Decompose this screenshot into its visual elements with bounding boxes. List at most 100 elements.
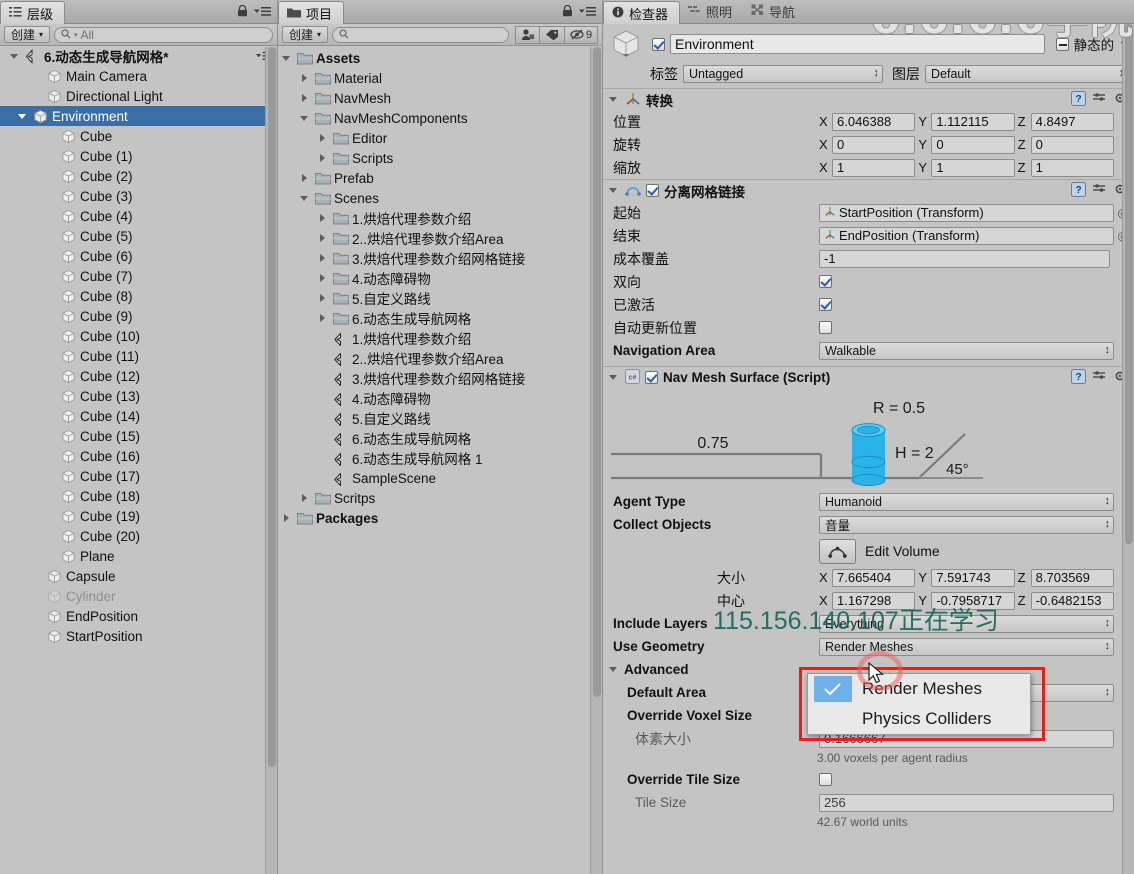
project-item-packages[interactable]: Packages: [278, 508, 602, 528]
expand-arrow[interactable]: [318, 253, 329, 264]
hierarchy-item-startposition[interactable]: StartPosition: [0, 626, 277, 646]
bidirectional-checkbox[interactable]: [819, 275, 832, 288]
project-tree[interactable]: Assets Material NavMesh NavMeshComponents Ed…: [278, 46, 602, 870]
hierarchy-item-cube-17[interactable]: Cube (17): [0, 466, 277, 486]
nav-area-dropdown[interactable]: Walkable: [819, 341, 1114, 360]
tab-inspector[interactable]: 检查器: [603, 1, 681, 24]
hidden-items-button[interactable]: 9: [565, 25, 598, 44]
project-item-editor[interactable]: Editor: [278, 128, 602, 148]
project-item-2-area[interactable]: 2..烘焙代理参数介绍Area: [278, 228, 602, 248]
auto-update-checkbox[interactable]: [819, 321, 832, 334]
hierarchy-item-cube-2[interactable]: Cube (2): [0, 166, 277, 186]
hierarchy-item-plane[interactable]: Plane: [0, 546, 277, 566]
hierarchy-item-cube-6[interactable]: Cube (6): [0, 246, 277, 266]
project-item-5[interactable]: 5.自定义路线: [278, 288, 602, 308]
x-field[interactable]: 1: [832, 158, 916, 177]
option-physics-colliders[interactable]: Physics Colliders: [808, 704, 1030, 734]
search-dropdown-icon[interactable]: ▾: [74, 31, 78, 39]
project-item-prefab[interactable]: Prefab: [278, 168, 602, 188]
project-item-3[interactable]: 3.烘焙代理参数介绍网格链接: [278, 368, 602, 388]
project-item-1[interactable]: 1.烘焙代理参数介绍: [278, 208, 602, 228]
project-item-scripts[interactable]: Scripts: [278, 148, 602, 168]
activated-checkbox[interactable]: [819, 298, 832, 311]
hierarchy-item-cube-3[interactable]: Cube (3): [0, 186, 277, 206]
use-geometry-dropdown[interactable]: Render Meshes: [819, 637, 1114, 656]
scene-root-row[interactable]: 6.动态生成导航网格*: [0, 46, 277, 66]
offmeshlink-enabled-checkbox[interactable]: [646, 184, 659, 197]
hierarchy-item-cylinder[interactable]: Cylinder: [0, 586, 277, 606]
hierarchy-item-cube-18[interactable]: Cube (18): [0, 486, 277, 506]
agent-type-dropdown[interactable]: Humanoid: [819, 492, 1114, 511]
use-geometry-options-popup[interactable]: Render Meshes Physics Colliders: [807, 673, 1031, 735]
hierarchy-item-main-camera[interactable]: Main Camera: [0, 66, 277, 86]
transform-component-header[interactable]: 转换 ?: [603, 88, 1134, 110]
expand-arrow[interactable]: [318, 133, 329, 144]
size-z-field[interactable]: 8.703569: [1030, 568, 1114, 587]
hierarchy-tree[interactable]: Main Camera Directional Light Environment C…: [0, 66, 277, 874]
hierarchy-scrollbar[interactable]: [265, 47, 277, 874]
project-item-navmesh[interactable]: NavMesh: [278, 88, 602, 108]
hierarchy-item-cube-13[interactable]: Cube (13): [0, 386, 277, 406]
expand-arrow[interactable]: [318, 233, 329, 244]
hierarchy-item-cube-4[interactable]: Cube (4): [0, 206, 277, 226]
help-icon[interactable]: ?: [1071, 181, 1086, 200]
navmeshsurface-foldout-arrow[interactable]: [609, 372, 620, 383]
y-field[interactable]: 0: [931, 135, 1015, 154]
expand-arrow[interactable]: [300, 93, 311, 104]
preset-icon[interactable]: [1092, 182, 1107, 200]
size-x-field[interactable]: 7.665404: [832, 568, 916, 587]
collapse-arrow[interactable]: [300, 113, 311, 124]
navmeshsurface-enabled-checkbox[interactable]: [645, 371, 658, 384]
object-enabled-checkbox[interactable]: [652, 37, 665, 51]
expand-arrow[interactable]: [318, 153, 329, 164]
hierarchy-item-environment[interactable]: Environment: [0, 106, 277, 126]
option-render-meshes[interactable]: Render Meshes: [808, 674, 1030, 704]
hierarchy-item-cube-15[interactable]: Cube (15): [0, 426, 277, 446]
project-search-input[interactable]: [332, 26, 509, 43]
expand-arrow[interactable]: [318, 273, 329, 284]
x-field[interactable]: 0: [832, 135, 916, 154]
center-z-field[interactable]: -0.6482153: [1030, 591, 1114, 610]
expand-arrow[interactable]: [300, 173, 311, 184]
project-create-button[interactable]: 创建 ▾: [282, 26, 329, 43]
hierarchy-search-input[interactable]: ▾ All: [54, 26, 273, 43]
layer-dropdown[interactable]: Default: [925, 65, 1128, 83]
z-field[interactable]: 0: [1030, 135, 1114, 154]
panel-menu-icon[interactable]: [579, 5, 596, 20]
collapse-arrow[interactable]: [18, 111, 29, 122]
project-item-scenes[interactable]: Scenes: [278, 188, 602, 208]
hierarchy-item-cube-19[interactable]: Cube (19): [0, 506, 277, 526]
hierarchy-item-cube-16[interactable]: Cube (16): [0, 446, 277, 466]
hierarchy-item-endposition[interactable]: EndPosition: [0, 606, 277, 626]
collapse-arrow[interactable]: [300, 193, 311, 204]
hierarchy-item-cube-14[interactable]: Cube (14): [0, 406, 277, 426]
hierarchy-item-cube-10[interactable]: Cube (10): [0, 326, 277, 346]
project-item-navmeshcomponents[interactable]: NavMeshComponents: [278, 108, 602, 128]
advanced-foldout-arrow[interactable]: [609, 664, 620, 675]
hierarchy-item-directional-light[interactable]: Directional Light: [0, 86, 277, 106]
hierarchy-item-capsule[interactable]: Capsule: [0, 566, 277, 586]
start-object-field[interactable]: StartPosition (Transform): [819, 203, 1114, 222]
collapse-arrow[interactable]: [282, 53, 293, 64]
x-field[interactable]: 6.046388: [832, 112, 916, 131]
project-item-3[interactable]: 3.烘焙代理参数介绍网格链接: [278, 248, 602, 268]
end-object-field[interactable]: EndPosition (Transform): [819, 226, 1114, 245]
off-mesh-link-header[interactable]: 分离网格链接 ?: [603, 179, 1134, 201]
project-item-6[interactable]: 6.动态生成导航网格: [278, 428, 602, 448]
help-icon[interactable]: ?: [1071, 90, 1086, 109]
hierarchy-item-cube-12[interactable]: Cube (12): [0, 366, 277, 386]
panel-menu-icon[interactable]: [254, 5, 271, 20]
project-item-material[interactable]: Material: [278, 68, 602, 88]
project-item-4[interactable]: 4.动态障碍物: [278, 388, 602, 408]
lock-icon[interactable]: [562, 4, 573, 20]
hierarchy-item-cube-9[interactable]: Cube (9): [0, 306, 277, 326]
project-item-samplescene[interactable]: SampleScene: [278, 468, 602, 488]
project-item-6[interactable]: 6.动态生成导航网格: [278, 308, 602, 328]
filter-by-label-button[interactable]: [540, 25, 565, 44]
create-button[interactable]: 创建 ▾: [4, 26, 51, 43]
z-field[interactable]: 1: [1030, 158, 1114, 177]
inspector-scrollbar[interactable]: [1122, 24, 1134, 874]
hierarchy-item-cube-20[interactable]: Cube (20): [0, 526, 277, 546]
expand-arrow[interactable]: [282, 513, 293, 524]
inspector-scroll-thumb[interactable]: [1125, 24, 1133, 544]
